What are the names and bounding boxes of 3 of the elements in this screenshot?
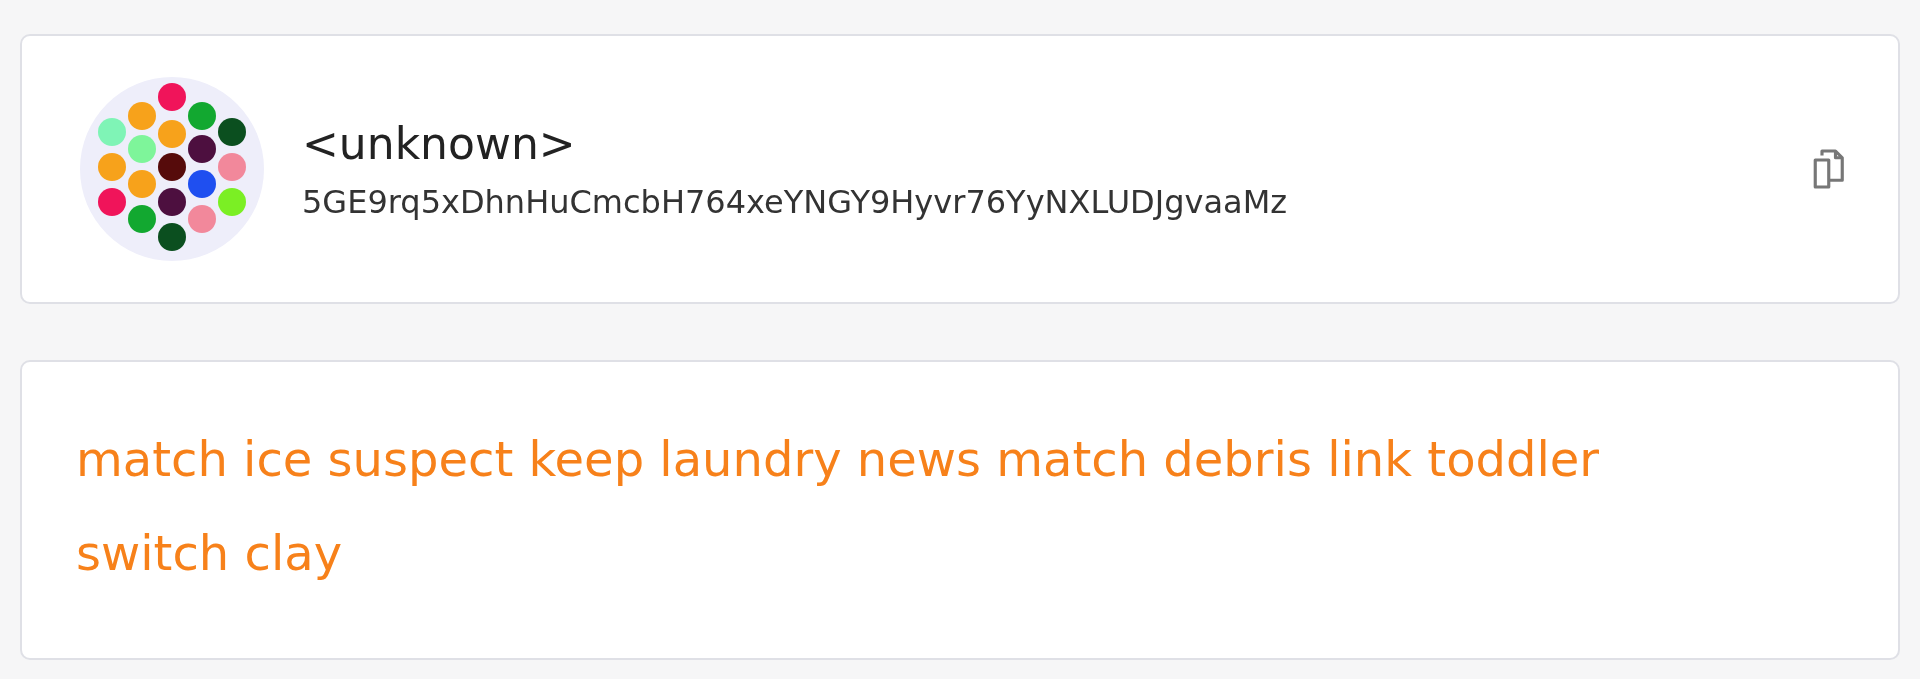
account-name: <unknown> (302, 117, 577, 169)
mnemonic-phrase: match ice suspect keep laundry news match debris link toddler switch clay (76, 430, 1601, 583)
account-address: 5GE9rq5xDhnHuCmcbH764xeYNGY9Hyvr76YyNXLUDJgvaaMz (302, 182, 1289, 221)
